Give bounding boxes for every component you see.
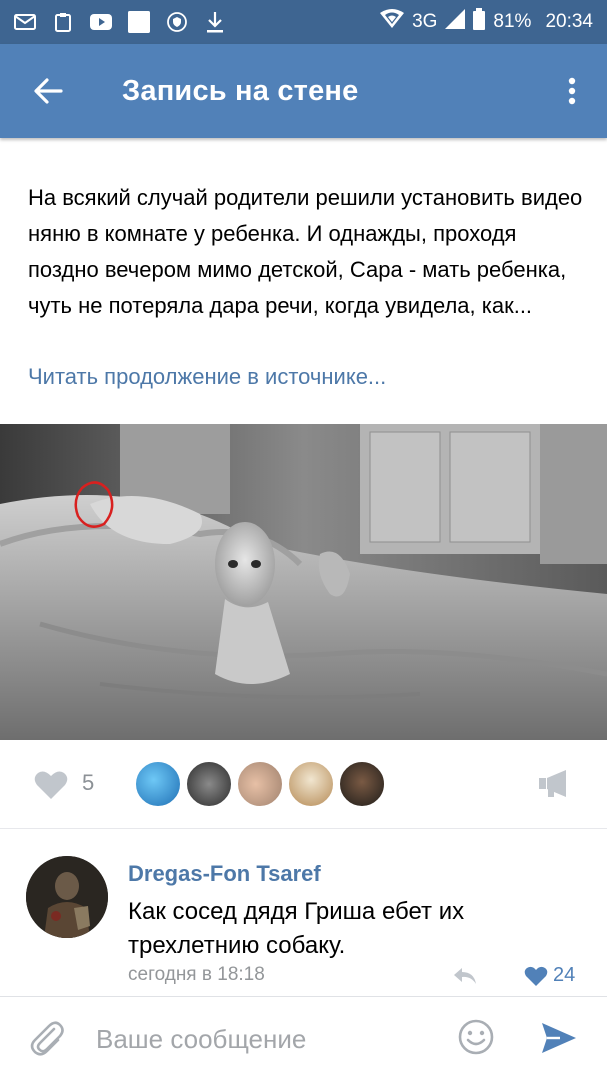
toolbar: Запись на стене	[0, 44, 607, 138]
youtube-icon	[90, 12, 112, 32]
avatar	[338, 760, 386, 808]
page-title: Запись на стене	[122, 74, 359, 107]
clipboard-icon	[52, 12, 74, 32]
comment-time: сегодня в 18:18	[128, 964, 265, 985]
reply-icon[interactable]	[452, 966, 478, 991]
signal-icon	[445, 9, 466, 35]
divider	[0, 828, 607, 829]
more-vertical-icon	[568, 77, 576, 105]
post-text: На всякий случай родители решили установ…	[28, 185, 583, 318]
post-actions: 5	[0, 748, 607, 818]
blank-notification-icon	[128, 11, 150, 33]
comment-author[interactable]: Dregas-Fon Tsaref	[128, 861, 321, 887]
avatar	[185, 760, 233, 808]
status-bar: 3G 81% 20:34	[0, 0, 607, 44]
clock: 20:34	[545, 11, 593, 32]
like-count: 5	[82, 770, 95, 795]
liked-by-avatars[interactable]	[134, 760, 389, 808]
avatar	[287, 760, 335, 808]
avatar	[236, 760, 284, 808]
network-type: 3G	[412, 11, 438, 32]
post-photo[interactable]	[0, 424, 607, 740]
comment-text: Как сосед дядя Гриша ебет их трехлетнию …	[128, 898, 465, 959]
wifi-icon	[380, 9, 405, 35]
vpn-shield-icon	[166, 12, 188, 32]
back-button[interactable]	[0, 44, 96, 138]
mail-icon	[14, 12, 36, 32]
more-button[interactable]	[537, 44, 607, 138]
send-icon	[542, 1023, 576, 1053]
battery-icon	[473, 8, 486, 36]
emoji-icon[interactable]	[458, 1019, 494, 1060]
download-icon	[204, 12, 226, 33]
arrow-left-icon	[34, 78, 63, 104]
comment-like-count: 24	[553, 964, 576, 986]
send-button[interactable]	[540, 1021, 578, 1060]
heart-icon[interactable]	[34, 770, 68, 805]
read-more-link[interactable]: Читать продолжение в источнике...	[28, 364, 386, 390]
avatar	[134, 760, 182, 808]
megaphone-icon[interactable]	[538, 768, 570, 803]
paperclip-icon[interactable]	[30, 1021, 64, 1062]
battery-percent: 81%	[493, 11, 532, 32]
heart-icon[interactable]	[524, 966, 548, 992]
message-composer	[0, 996, 607, 1080]
comment-author-avatar[interactable]	[26, 856, 108, 938]
message-input[interactable]	[96, 1017, 436, 1061]
